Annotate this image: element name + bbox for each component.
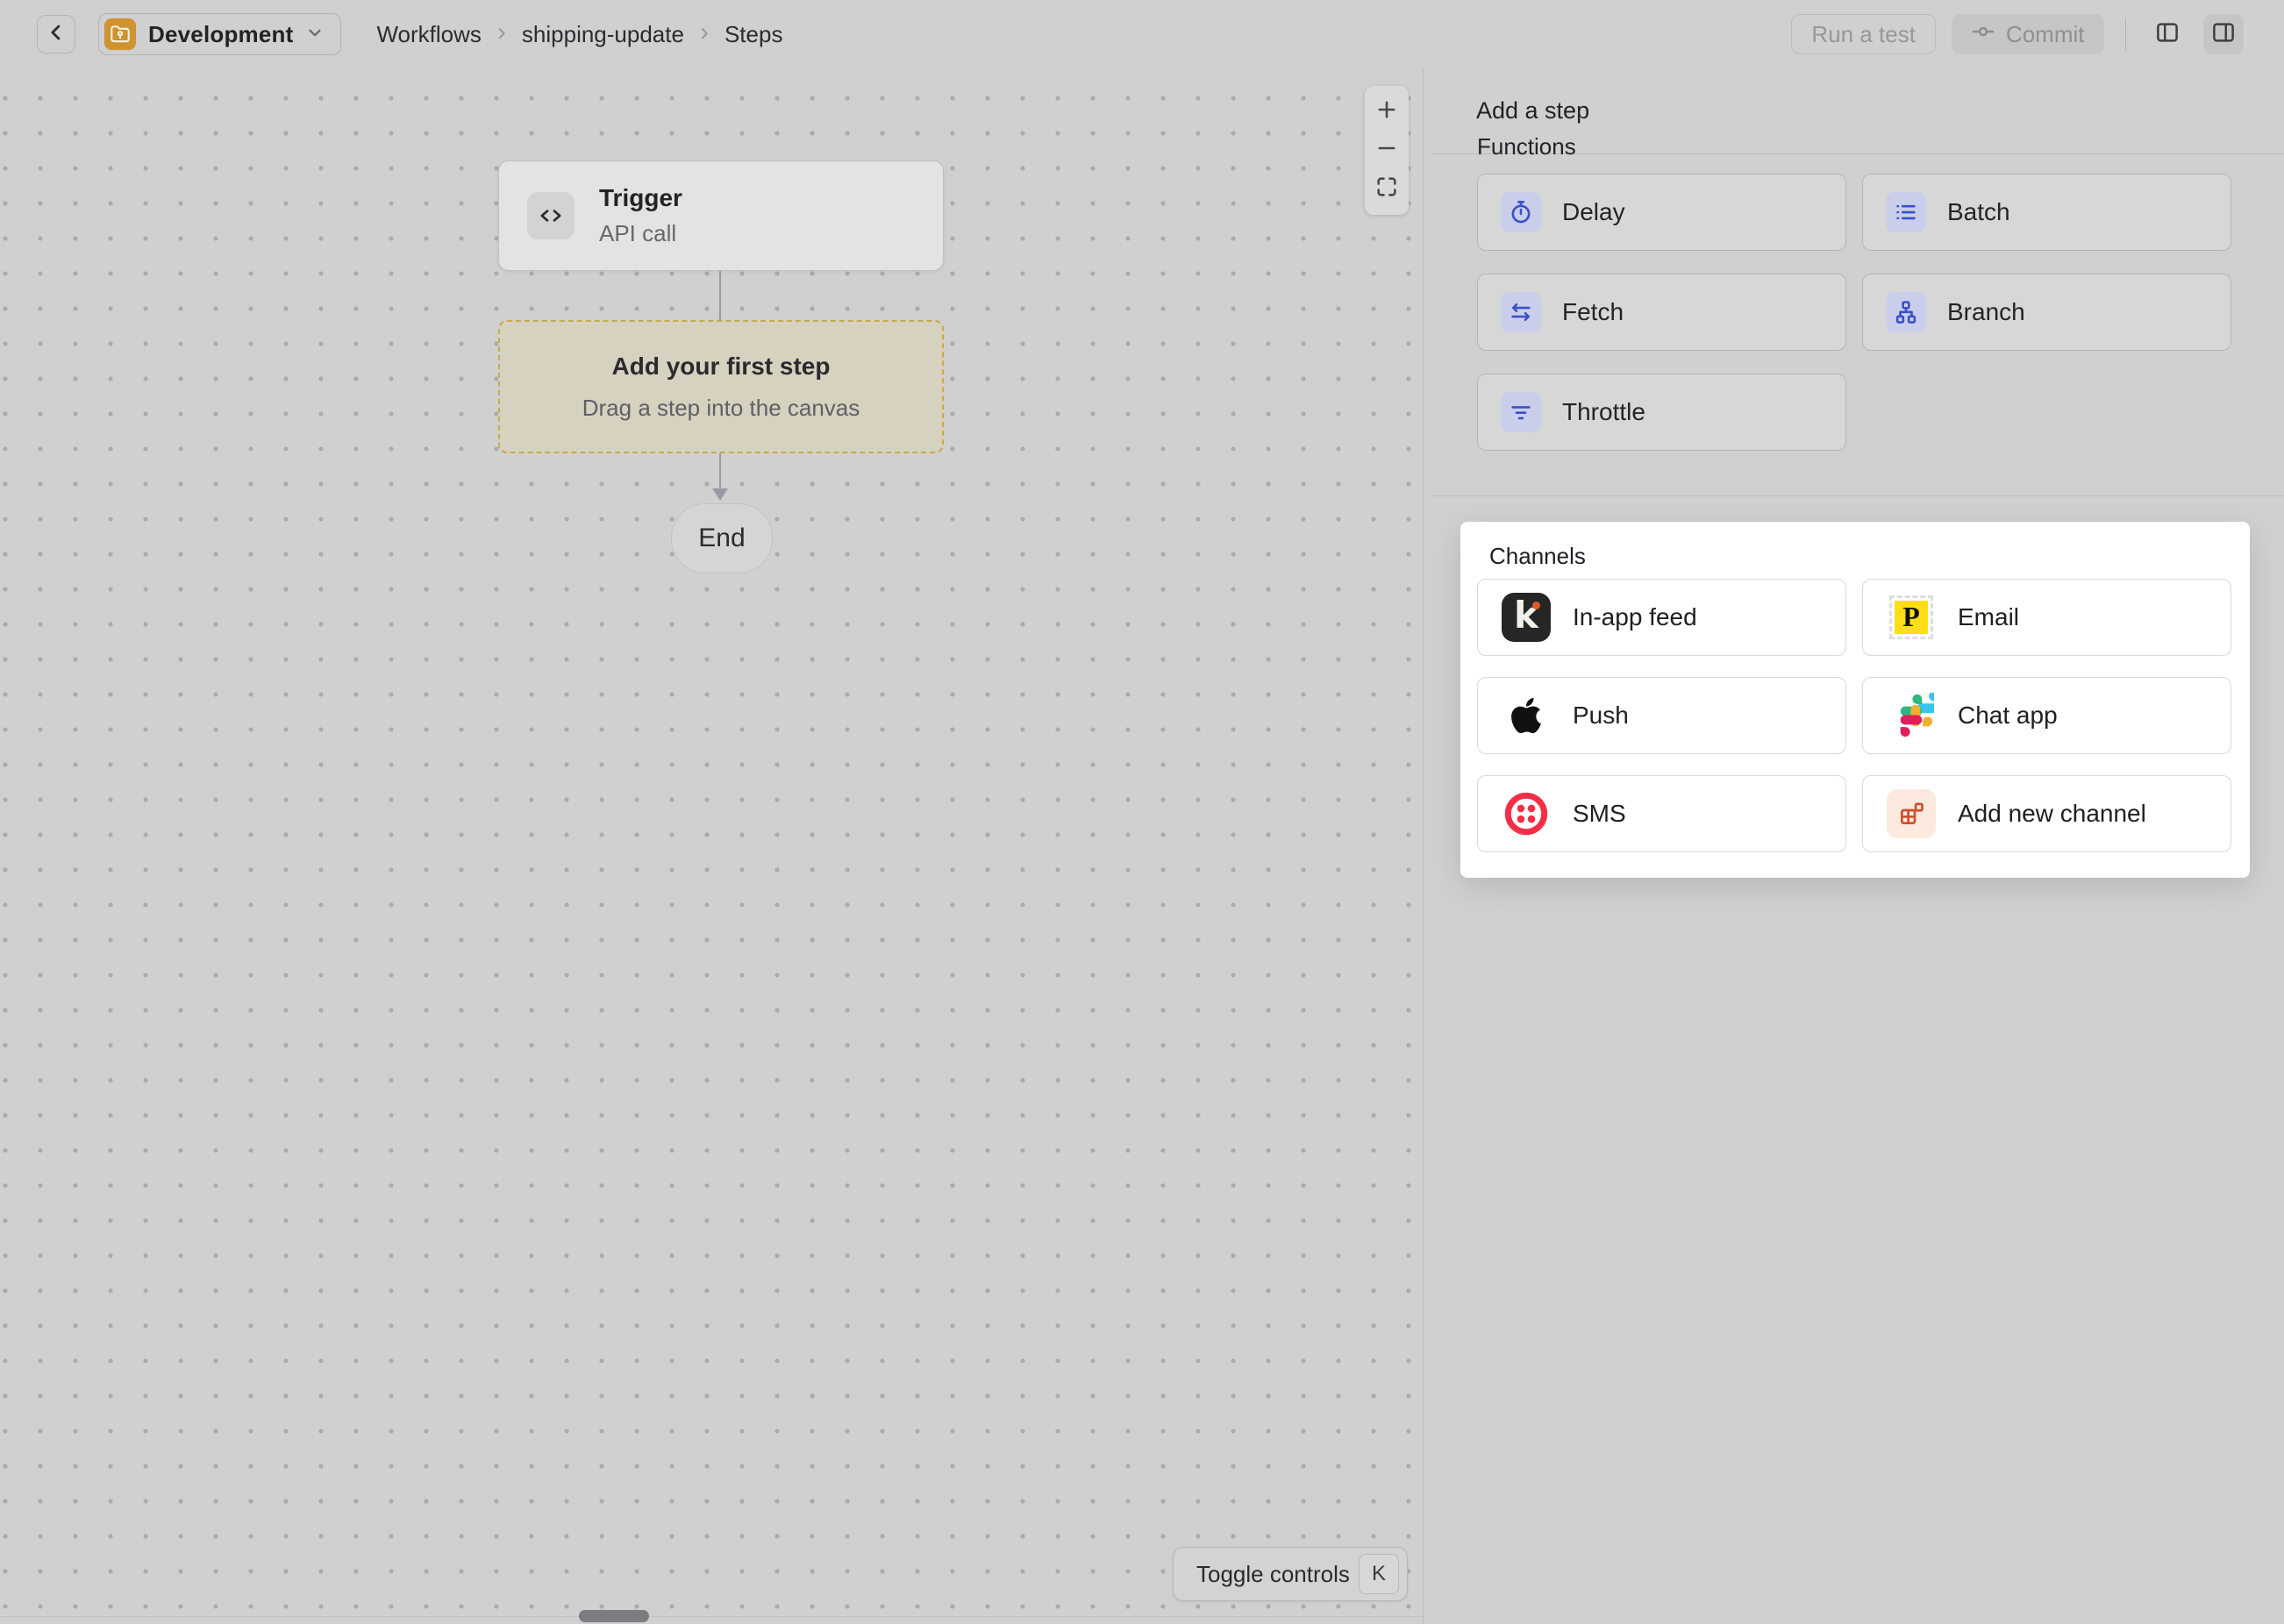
toolbar-divider	[2125, 18, 2127, 51]
step-card-email[interactable]: P Email	[1862, 579, 2231, 656]
step-card-label: Batch	[1947, 198, 2010, 226]
expand-icon	[1374, 175, 1399, 203]
add-channel-grid-icon	[1887, 789, 1936, 838]
step-card-fetch[interactable]: Fetch	[1477, 274, 1846, 351]
top-bar: Development Workflows › shipping-update …	[0, 0, 2284, 69]
end-node-label: End	[698, 524, 745, 553]
toggle-controls-label: Toggle controls	[1196, 1561, 1350, 1588]
step-card-add-new-channel[interactable]: Add new channel	[1862, 775, 2231, 852]
apple-push-icon	[1501, 690, 1552, 741]
zoom-in-button[interactable]	[1369, 95, 1404, 130]
git-commit-icon	[1971, 19, 1995, 50]
canvas-zoom-controls	[1365, 86, 1409, 215]
add-first-step-dropzone[interactable]: Add your first step Drag a step into the…	[498, 320, 944, 453]
run-test-label: Run a test	[1811, 21, 1916, 48]
end-node: End	[671, 503, 773, 573]
step-card-push[interactable]: Push	[1477, 677, 1846, 754]
throttle-icon	[1501, 392, 1541, 432]
chevron-down-icon	[305, 23, 325, 46]
panel-right-icon	[2210, 19, 2237, 50]
breadcrumb-separator: ›	[497, 21, 506, 44]
step-card-label: Fetch	[1562, 298, 1624, 326]
slack-chat-icon	[1886, 690, 1937, 741]
step-card-in-app-feed[interactable]: k In-app feed	[1477, 579, 1846, 656]
commit-label: Commit	[2006, 21, 2085, 48]
environment-folder-icon	[104, 18, 136, 50]
edge-placeholder-to-end	[719, 453, 721, 490]
functions-grid: Delay Batch Fetch Branch Throttle	[1477, 174, 2231, 451]
run-test-button[interactable]: Run a test	[1791, 14, 1936, 54]
keyboard-shortcut-badge: K	[1359, 1554, 1399, 1594]
edge-trigger-to-placeholder	[719, 271, 721, 320]
breadcrumb-workflows[interactable]: Workflows	[376, 21, 481, 48]
step-card-label: Throttle	[1562, 398, 1645, 426]
twilio-sms-icon	[1501, 788, 1552, 839]
fetch-icon	[1501, 292, 1541, 332]
knock-logo: k	[1502, 593, 1551, 642]
step-card-label: Email	[1958, 603, 2019, 631]
step-card-label: Chat app	[1958, 702, 2058, 730]
toggle-left-panel-button[interactable]	[2147, 14, 2188, 54]
plus-icon	[1374, 97, 1399, 126]
step-card-branch[interactable]: Branch	[1862, 274, 2231, 351]
slack-logo	[1888, 693, 1934, 738]
postmark-email-icon: P	[1886, 592, 1937, 643]
trigger-node-title: Trigger	[599, 184, 682, 212]
add-channel-icon	[1886, 788, 1937, 839]
zoom-out-button[interactable]	[1369, 132, 1404, 167]
dropzone-title: Add your first step	[612, 353, 831, 381]
dropzone-subtitle: Drag a step into the canvas	[582, 395, 860, 422]
batch-icon	[1886, 192, 1926, 232]
step-card-label: Add new channel	[1958, 800, 2146, 828]
step-card-chat-app[interactable]: Chat app	[1862, 677, 2231, 754]
step-card-label: Push	[1573, 702, 1629, 730]
postmark-logo: P	[1889, 595, 1933, 639]
panel-title: Add a step	[1476, 97, 1589, 125]
section-divider	[1432, 495, 2284, 496]
knock-feed-icon: k	[1501, 592, 1552, 643]
branch-icon	[1886, 292, 1926, 332]
apple-logo	[1506, 695, 1546, 736]
step-card-batch[interactable]: Batch	[1862, 174, 2231, 251]
breadcrumb-separator: ›	[700, 21, 709, 44]
breadcrumb-steps[interactable]: Steps	[724, 21, 783, 48]
environment-label: Development	[148, 21, 293, 48]
toggle-right-panel-button[interactable]	[2203, 14, 2244, 54]
minus-icon	[1374, 136, 1399, 165]
trigger-node-subtitle: API call	[599, 220, 682, 247]
chevron-left-icon	[44, 20, 68, 49]
horizontal-scrollbar-thumb[interactable]	[579, 1610, 649, 1622]
commit-button[interactable]: Commit	[1952, 14, 2104, 54]
fit-view-button[interactable]	[1369, 171, 1404, 206]
channels-section-label: Channels	[1489, 543, 1586, 570]
back-button[interactable]	[37, 15, 75, 53]
breadcrumb: Workflows › shipping-update › Steps	[376, 21, 782, 48]
breadcrumb-workflow-name[interactable]: shipping-update	[522, 21, 684, 48]
functions-section-label: Functions	[1477, 133, 1576, 160]
step-card-throttle[interactable]: Throttle	[1477, 374, 1846, 451]
step-card-sms[interactable]: SMS	[1477, 775, 1846, 852]
step-card-delay[interactable]: Delay	[1477, 174, 1846, 251]
step-card-label: Branch	[1947, 298, 2025, 326]
panel-left-icon	[2154, 19, 2181, 50]
toggle-controls-button[interactable]: Toggle controls K	[1173, 1547, 1408, 1601]
step-card-label: Delay	[1562, 198, 1625, 226]
step-card-label: SMS	[1573, 800, 1626, 828]
code-icon	[527, 192, 575, 239]
edge-arrowhead	[712, 488, 728, 501]
workflow-canvas[interactable]: Trigger API call Add your first step Dra…	[0, 68, 1424, 1624]
horizontal-scrollbar-track	[0, 1616, 1423, 1617]
step-card-label: In-app feed	[1573, 603, 1697, 631]
twilio-logo	[1502, 790, 1550, 837]
environment-switcher[interactable]: Development	[98, 13, 341, 55]
trigger-node[interactable]: Trigger API call	[498, 160, 944, 271]
delay-icon	[1501, 192, 1541, 232]
channels-grid: k In-app feed P Email Push Chat app SMS Add ne…	[1477, 579, 2231, 852]
